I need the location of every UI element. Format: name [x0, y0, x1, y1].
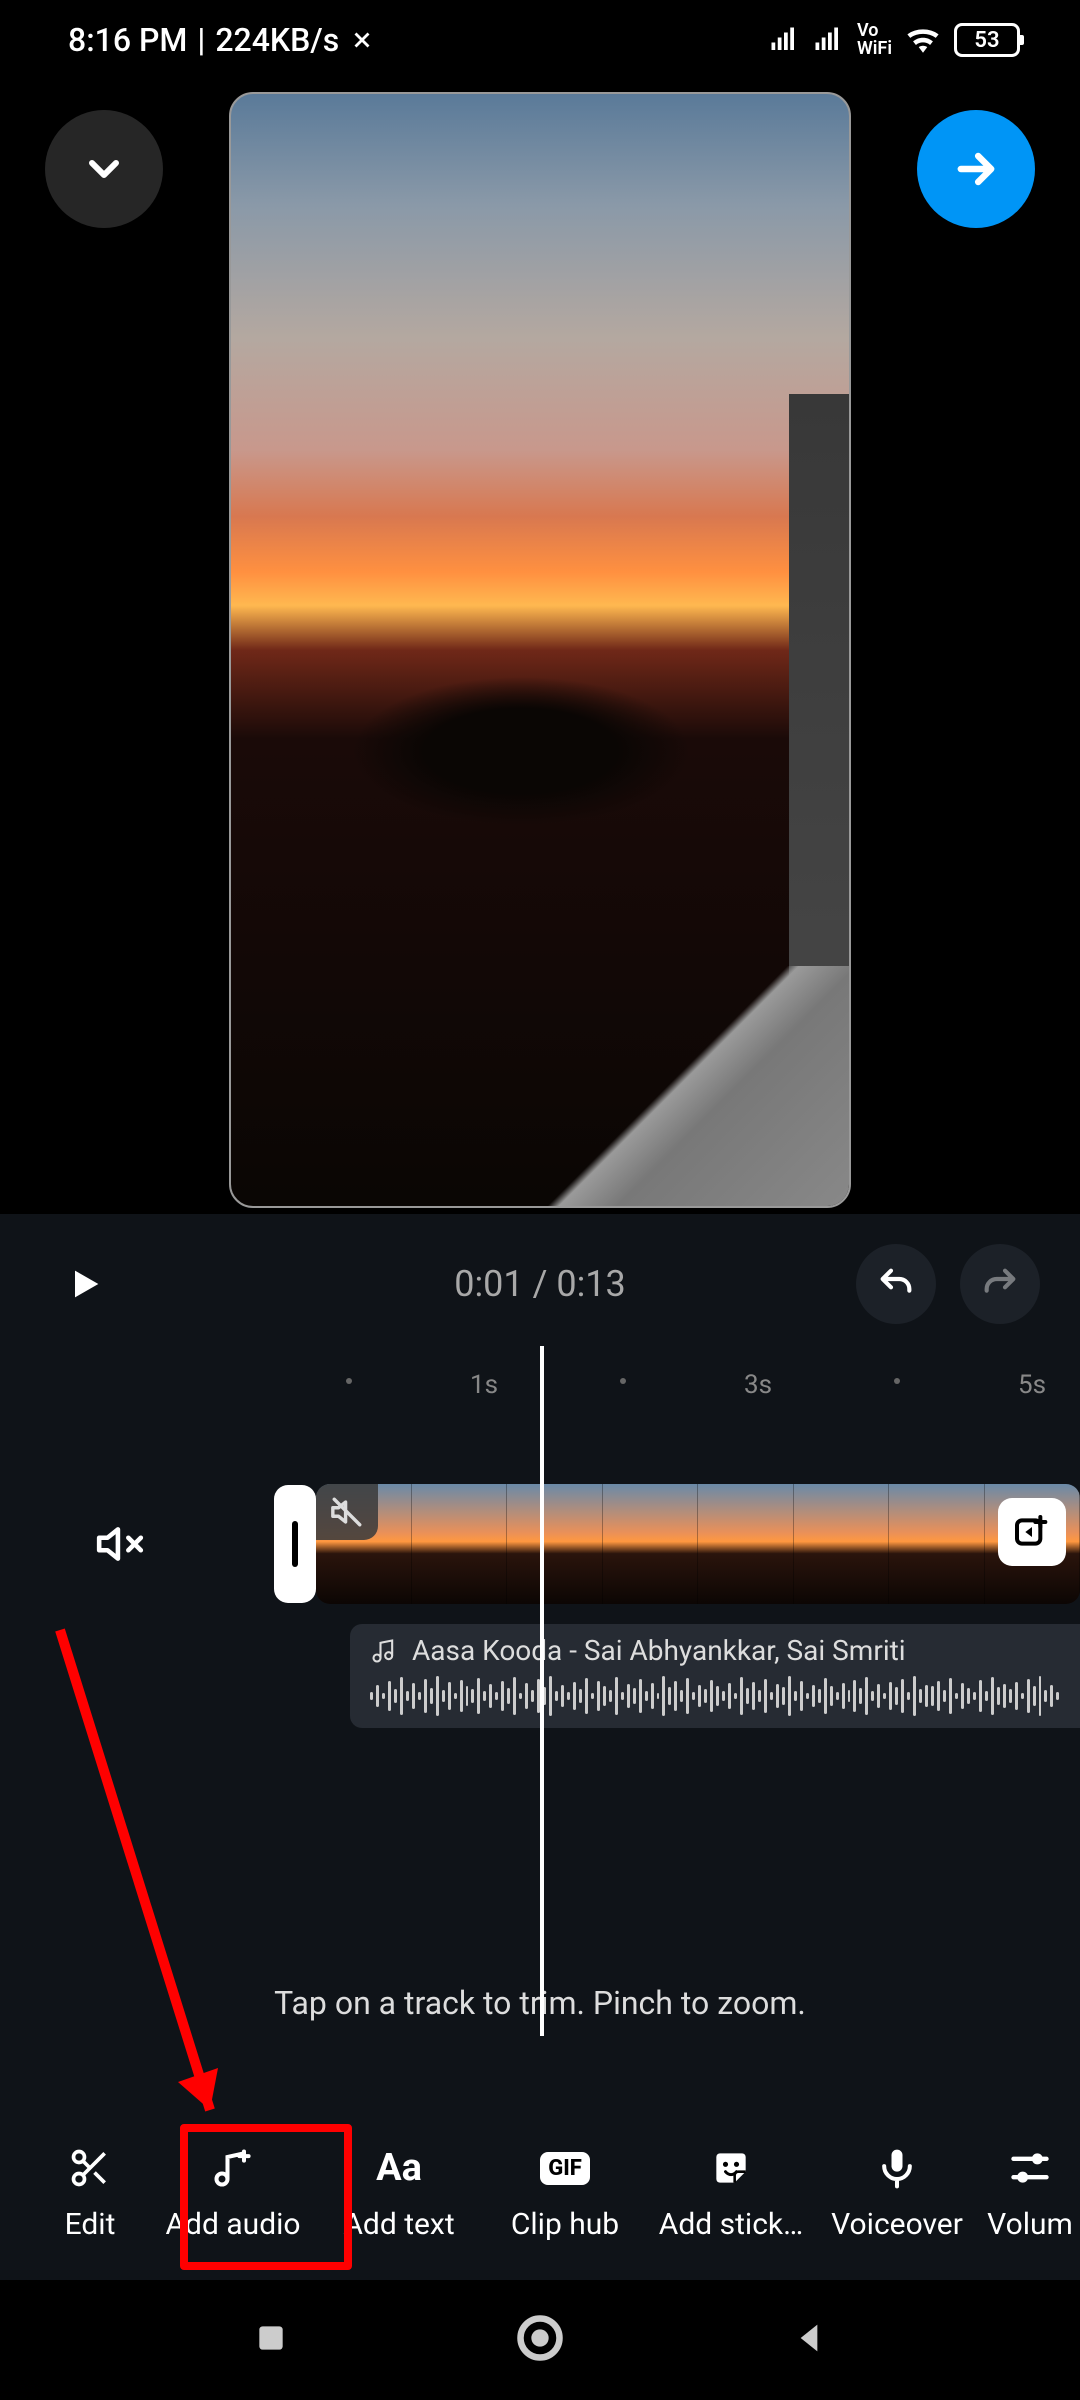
- nav-back-button[interactable]: [789, 2318, 829, 2362]
- square-icon: [251, 2318, 291, 2358]
- time-display: 0:01 / 0:13: [454, 1263, 626, 1305]
- audio-track-title: Aasa Kooda - Sai Abhyankkar, Sai Smriti: [412, 1634, 906, 1667]
- speaker-muted-icon: [95, 1519, 145, 1569]
- vowifi-icon: Vo WiFi: [857, 22, 892, 58]
- status-bar: 8:16 PM | 224KB/s Vo WiFi 53: [0, 0, 1080, 80]
- undo-button[interactable]: [856, 1244, 936, 1324]
- circle-icon: [514, 2312, 566, 2364]
- tool-volume[interactable]: Volum: [980, 2143, 1080, 2242]
- gif-icon: GIF: [540, 2152, 590, 2185]
- playhead[interactable]: [540, 1346, 544, 2036]
- arrow-right-icon: [950, 143, 1002, 195]
- clip-trim-handle[interactable]: [274, 1485, 316, 1603]
- sliders-icon: [1008, 2146, 1052, 2190]
- mute-all-button[interactable]: [0, 1519, 240, 1569]
- add-transition-button[interactable]: [998, 1498, 1066, 1566]
- nav-recents-button[interactable]: [251, 2318, 291, 2362]
- redo-icon: [980, 1264, 1020, 1304]
- clip-muted-badge: [316, 1484, 378, 1540]
- tool-add-audio[interactable]: Add audio: [150, 2143, 316, 2242]
- editor-panel: 0:01 / 0:13 1s 3s 5s: [0, 1214, 1080, 2280]
- video-clip-track[interactable]: [316, 1484, 1080, 1604]
- scissors-icon: [68, 2146, 112, 2190]
- audio-waveform: [370, 1675, 1060, 1717]
- undo-icon: [876, 1264, 916, 1304]
- nav-home-button[interactable]: [514, 2312, 566, 2368]
- android-nav-bar: [0, 2280, 1080, 2400]
- tool-add-text[interactable]: Aa Add text: [316, 2143, 482, 2242]
- bottom-toolbar: Edit Add audio Aa Add text GIF Clip hub …: [0, 2125, 1080, 2270]
- music-plus-icon: [211, 2146, 255, 2190]
- audio-clip-track[interactable]: Aasa Kooda - Sai Abhyankkar, Sai Smriti: [350, 1624, 1080, 1728]
- signal-icon: [769, 27, 799, 53]
- close-x-icon: [349, 27, 375, 53]
- tool-add-sticker[interactable]: Add stick…: [648, 2143, 814, 2242]
- redo-button[interactable]: [960, 1244, 1040, 1324]
- collapse-button[interactable]: [45, 110, 163, 228]
- add-clip-icon: [1012, 1512, 1052, 1552]
- wifi-icon: [906, 27, 940, 53]
- video-preview[interactable]: [229, 92, 851, 1208]
- chevron-down-icon: [80, 145, 128, 193]
- text-aa-icon: Aa: [376, 2146, 422, 2190]
- sticker-icon: [709, 2146, 753, 2190]
- play-button[interactable]: [40, 1239, 130, 1329]
- tool-clip-hub[interactable]: GIF Clip hub: [482, 2143, 648, 2242]
- play-icon: [65, 1262, 105, 1306]
- next-button[interactable]: [917, 110, 1035, 228]
- music-note-icon: [370, 1637, 398, 1665]
- status-time: 8:16 PM: [68, 21, 187, 59]
- status-network-speed: 224KB/s: [215, 21, 339, 59]
- triangle-left-icon: [789, 2318, 829, 2358]
- speaker-muted-icon: [330, 1495, 364, 1529]
- tool-voiceover[interactable]: Voiceover: [814, 2143, 980, 2242]
- signal-icon-2: [813, 27, 843, 53]
- battery-icon: 53: [954, 23, 1020, 57]
- timeline-area[interactable]: Aasa Kooda - Sai Abhyankkar, Sai Smriti: [0, 1484, 1080, 1864]
- tool-edit[interactable]: Edit: [30, 2143, 150, 2242]
- microphone-icon: [875, 2146, 919, 2190]
